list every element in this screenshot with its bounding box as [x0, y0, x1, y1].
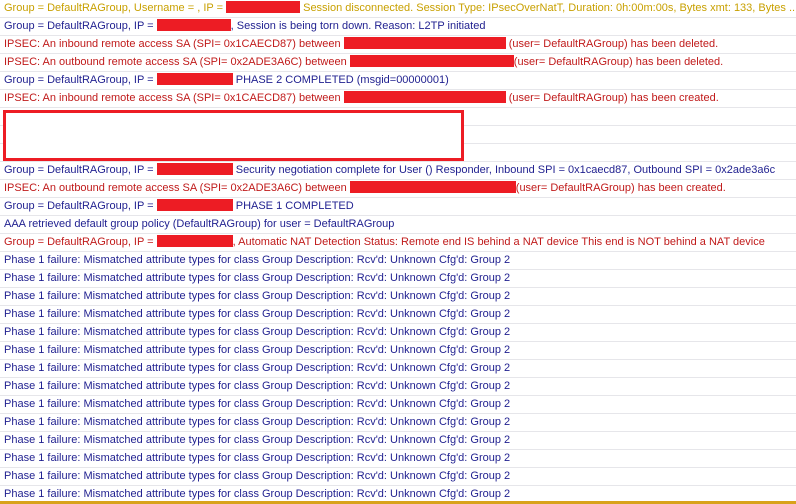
log-text: Group = DefaultRAGroup, IP = [4, 200, 157, 212]
log-text: Phase 1 failure: Mismatched attribute ty… [4, 380, 511, 392]
log-row[interactable]: IPSEC: An outbound remote access SA (SPI… [0, 54, 796, 72]
redaction-box [3, 110, 464, 161]
log-row[interactable]: IPSEC: An inbound remote access SA (SPI=… [0, 90, 796, 108]
log-rows: Group = DefaultRAGroup, Username = , IP … [0, 0, 796, 504]
log-text: Group = DefaultRAGroup, Username = , IP … [4, 2, 227, 14]
syslog-viewer: Group = DefaultRAGroup, Username = , IP … [0, 0, 796, 504]
log-row[interactable]: Phase 1 failure: Mismatched attribute ty… [0, 306, 796, 324]
log-row[interactable]: Phase 1 failure: Mismatched attribute ty… [0, 396, 796, 414]
redacted-ip [156, 199, 233, 211]
log-row[interactable]: Phase 1 failure: Mismatched attribute ty… [0, 324, 796, 342]
log-row[interactable]: Phase 1 failure: Mismatched attribute ty… [0, 270, 796, 288]
log-row[interactable]: Phase 1 failure: Mismatched attribute ty… [0, 468, 796, 486]
redacted-ip [156, 235, 233, 247]
log-text: IPSEC: An outbound remote access SA (SPI… [4, 182, 350, 194]
log-row[interactable]: Group = DefaultRAGroup, IP = PHASE 1 COM… [0, 198, 796, 216]
log-text: Phase 1 failure: Mismatched attribute ty… [4, 344, 511, 356]
log-row[interactable]: Group = DefaultRAGroup, Username = , IP … [0, 0, 796, 18]
redacted-ip [156, 163, 233, 175]
redacted-ip [156, 73, 233, 85]
log-text: Phase 1 failure: Mismatched attribute ty… [4, 326, 511, 338]
log-row[interactable]: Phase 1 failure: Mismatched attribute ty… [0, 252, 796, 270]
log-text: AAA retrieved default group policy (Defa… [4, 218, 395, 230]
log-row[interactable]: Phase 1 failure: Mismatched attribute ty… [0, 342, 796, 360]
redacted-ip [343, 91, 506, 103]
log-row[interactable]: Group = DefaultRAGroup, IP = , Automatic… [0, 234, 796, 252]
redacted-ip [349, 55, 514, 67]
log-text: IPSEC: An outbound remote access SA (SPI… [4, 56, 350, 68]
log-row[interactable]: Phase 1 failure: Mismatched attribute ty… [0, 450, 796, 468]
log-text: Phase 1 failure: Mismatched attribute ty… [4, 434, 511, 446]
log-row[interactable]: AAA retrieved default group policy (Defa… [0, 216, 796, 234]
log-row[interactable]: Phase 1 failure: Mismatched attribute ty… [0, 360, 796, 378]
log-text: IPSEC: An inbound remote access SA (SPI=… [4, 92, 344, 104]
log-text: (user= DefaultRAGroup) has been created. [505, 92, 719, 104]
log-row[interactable]: Phase 1 failure: Mismatched attribute ty… [0, 378, 796, 396]
log-text: IPSEC: An inbound remote access SA (SPI=… [4, 38, 344, 50]
log-text: PHASE 2 COMPLETED (msgid=00000001) [232, 74, 449, 86]
log-row[interactable]: Phase 1 failure: Mismatched attribute ty… [0, 432, 796, 450]
log-text: (user= DefaultRAGroup) has been deleted. [505, 38, 719, 50]
log-text: Phase 1 failure: Mismatched attribute ty… [4, 308, 511, 320]
log-text: PHASE 1 COMPLETED [232, 200, 354, 212]
redacted-ip [226, 1, 301, 13]
log-row[interactable]: Group = DefaultRAGroup, IP = , Session i… [0, 18, 796, 36]
log-text: Phase 1 failure: Mismatched attribute ty… [4, 470, 511, 482]
redacted-ip [343, 37, 506, 49]
log-text: Phase 1 failure: Mismatched attribute ty… [4, 290, 511, 302]
log-text: Phase 1 failure: Mismatched attribute ty… [4, 416, 511, 428]
log-row[interactable]: Group = DefaultRAGroup, IP = PHASE 2 COM… [0, 72, 796, 90]
log-text: , Session is being torn down. Reason: L2… [230, 20, 486, 32]
log-row[interactable]: IPSEC: An outbound remote access SA (SPI… [0, 180, 796, 198]
log-text: Phase 1 failure: Mismatched attribute ty… [4, 272, 511, 284]
log-row[interactable]: IPSEC: An inbound remote access SA (SPI=… [0, 36, 796, 54]
log-text: Group = DefaultRAGroup, IP = [4, 236, 157, 248]
log-text: Security negotiation complete for User (… [232, 164, 776, 176]
log-text: (user= DefaultRAGroup) has been created. [515, 182, 726, 194]
log-text: Group = DefaultRAGroup, IP = [4, 164, 157, 176]
log-text: Phase 1 failure: Mismatched attribute ty… [4, 398, 511, 410]
log-text: Phase 1 failure: Mismatched attribute ty… [4, 452, 511, 464]
log-text: Group = DefaultRAGroup, IP = [4, 20, 157, 32]
log-row[interactable]: Group = DefaultRAGroup, IP = Security ne… [0, 162, 796, 180]
redacted-ip [156, 19, 231, 31]
log-text: Phase 1 failure: Mismatched attribute ty… [4, 362, 511, 374]
log-text: Group = DefaultRAGroup, IP = [4, 74, 157, 86]
log-row[interactable]: Phase 1 failure: Mismatched attribute ty… [0, 288, 796, 306]
log-text: (user= DefaultRAGroup) has been deleted. [513, 56, 724, 68]
log-text: Phase 1 failure: Mismatched attribute ty… [4, 254, 511, 266]
log-text: Phase 1 failure: Mismatched attribute ty… [4, 488, 511, 500]
redacted-ip [349, 181, 516, 193]
log-row[interactable]: Phase 1 failure: Mismatched attribute ty… [0, 414, 796, 432]
log-text: Session disconnected. Session Type: IPse… [300, 2, 796, 14]
log-text: , Automatic NAT Detection Status: Remote… [232, 236, 765, 248]
